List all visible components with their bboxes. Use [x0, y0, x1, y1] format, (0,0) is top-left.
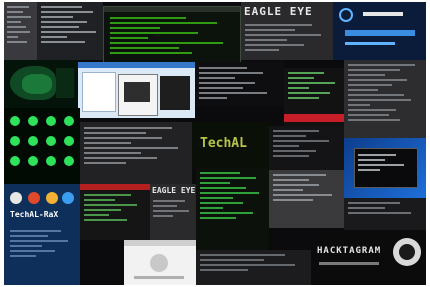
terminal-tile-gray-right	[344, 60, 426, 138]
hacktagram-title: HACKTAGRAM	[317, 246, 382, 256]
techall-rax-logo-tile: TechAL-RaX	[4, 184, 80, 285]
eagle-eye-tile-top: EAGLE EYE	[241, 2, 333, 60]
terminal-tile-green-window	[103, 6, 241, 64]
terminal-tile-gray-topleft	[4, 2, 37, 60]
terminal-tile-green-stream	[196, 168, 269, 250]
terminal-tile-dark-lowerright	[344, 198, 426, 230]
matrix-dragon-tile	[4, 60, 78, 108]
eagle-eye-title-mid: EAGLE EYE	[152, 186, 196, 195]
eagle-eye-tile-mid: EAGLE EYE	[150, 184, 196, 240]
terminal-tile-dark-top	[37, 2, 103, 60]
techall-logo-text: TechAL	[200, 136, 247, 151]
techall-rax-title: TechAL-RaX	[10, 210, 59, 219]
terminal-tile-dark-bottom	[196, 250, 311, 285]
terminal-tile-black-mid	[195, 62, 284, 106]
terminal-tile-gray-lower	[269, 170, 344, 228]
blue-desktop-tile-topright	[333, 2, 426, 60]
windows-dialog-tile	[78, 62, 195, 118]
terminal-tile-red-green	[80, 184, 150, 240]
terminal-tile-green-red	[284, 68, 344, 126]
browser-white-tile	[124, 240, 196, 285]
terminal-tile-blackgray-mid	[80, 122, 192, 184]
blue-terminal-tile-right	[344, 138, 426, 198]
hacking-tools-collage: EAGLE EYE TechAL TechAL-RaX EAGLE EYE HA…	[4, 2, 426, 285]
hacktagram-banner-tile: HACKTAGRAM	[311, 230, 426, 285]
android-apps-green-tile	[4, 108, 80, 184]
eagle-eye-title: EAGLE EYE	[244, 5, 313, 18]
terminal-tile-dark-center	[269, 126, 344, 170]
techall-green-logo-tile: TechAL	[192, 122, 269, 168]
